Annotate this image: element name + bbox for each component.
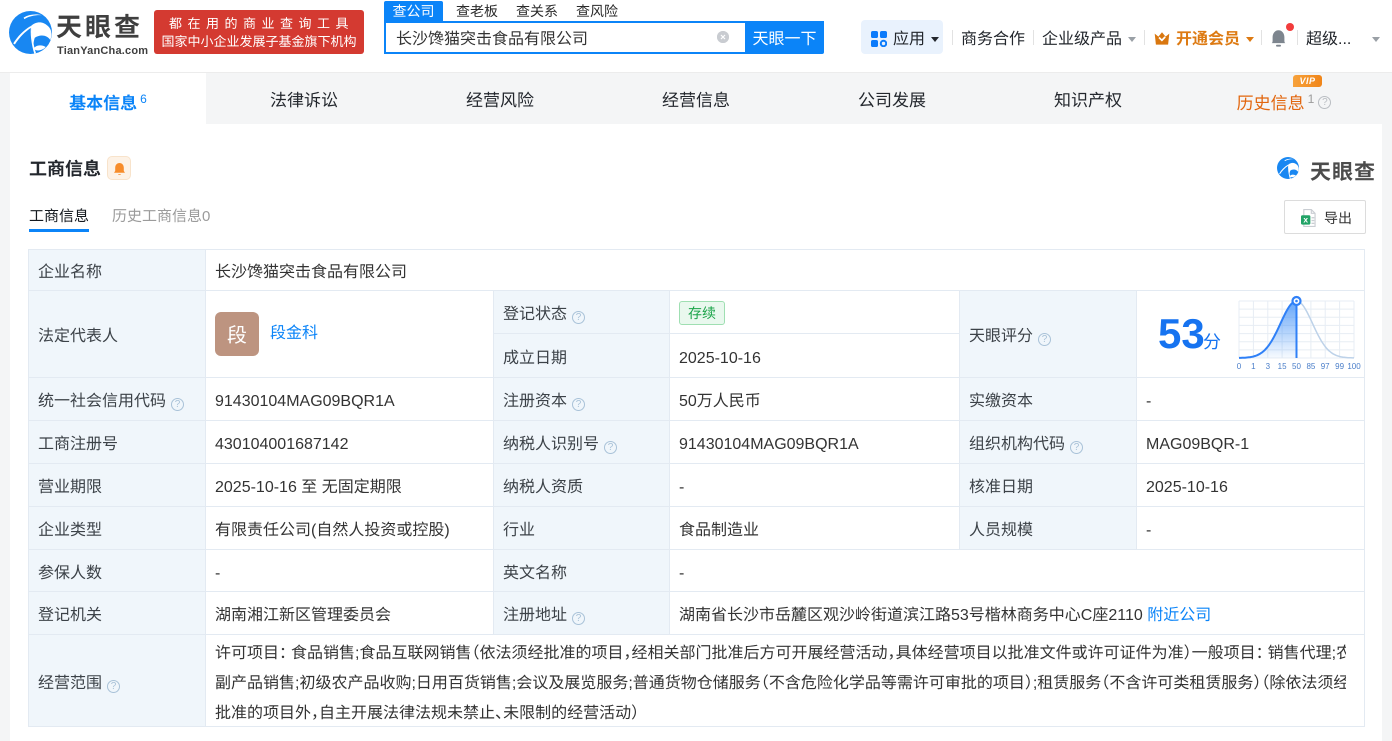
svg-text:100: 100: [1347, 362, 1361, 371]
svg-text:1: 1: [1251, 362, 1256, 371]
svg-text:15: 15: [1278, 362, 1287, 371]
svg-text:0: 0: [1237, 362, 1242, 371]
svg-text:97: 97: [1321, 362, 1330, 371]
svg-text:50: 50: [1292, 362, 1301, 371]
svg-text:99: 99: [1335, 362, 1344, 371]
svg-text:85: 85: [1306, 362, 1315, 371]
svg-text:3: 3: [1266, 362, 1271, 371]
